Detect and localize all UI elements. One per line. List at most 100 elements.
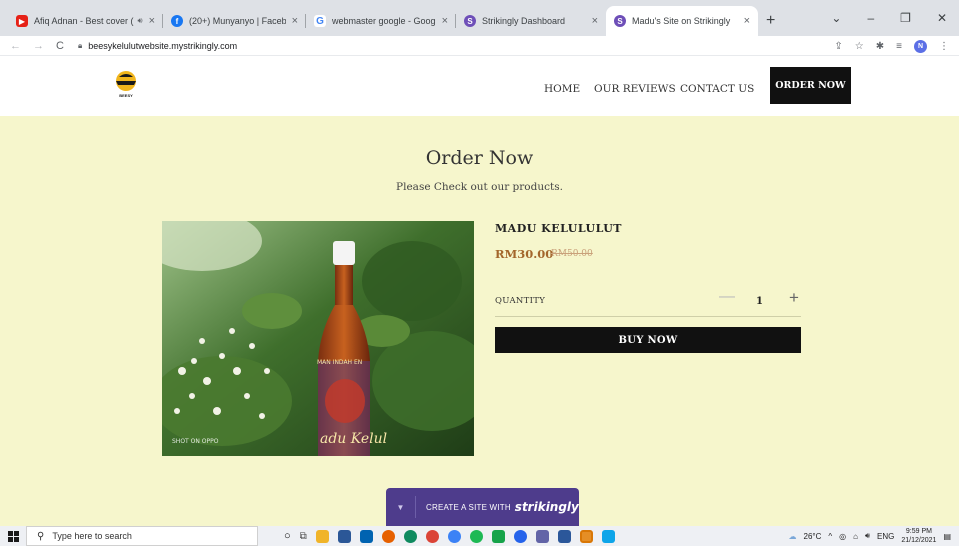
chrome-icon[interactable]: [425, 529, 439, 543]
nav-our-reviews[interactable]: OUR REVIEWS: [594, 83, 676, 95]
new-tab-button[interactable]: +: [766, 6, 775, 36]
tab-strikingly-dashboard[interactable]: S Strikingly Dashboard ×: [456, 6, 606, 36]
teams-icon[interactable]: [535, 529, 549, 543]
quantity-decrease-icon[interactable]: —: [719, 288, 735, 306]
honey-bottle-photo: MAN INDAH EN adu Kelul SHOT ON OPPO: [162, 221, 474, 456]
tab-title: Afiq Adnan - Best cover (par: [34, 16, 134, 26]
product-price: RM30.00: [495, 247, 554, 261]
file-explorer-icon[interactable]: [315, 529, 329, 543]
share-icon[interactable]: ⇪: [834, 41, 842, 52]
firefox-icon[interactable]: [381, 529, 395, 543]
search-placeholder: Type here to search: [52, 531, 132, 541]
browser-tab-strip: ▶ Afiq Adnan - Best cover (par 🔊︎ × f (2…: [0, 0, 959, 36]
quantity-label: QUANTITY: [495, 296, 546, 306]
bottle-label-text: MAN INDAH EN: [317, 359, 362, 366]
extensions-icon[interactable]: ✱: [876, 41, 884, 52]
strikingly-icon: S: [464, 15, 476, 27]
word-icon[interactable]: [557, 529, 571, 543]
forward-icon[interactable]: →: [33, 40, 44, 52]
close-tab-icon[interactable]: ×: [149, 15, 155, 27]
task-view-icon[interactable]: ⧉: [300, 531, 307, 542]
weather-icon[interactable]: ☁: [789, 532, 797, 541]
address-bar: ← → C 🔒︎ beesykelulutwebsite.mystrikingl…: [0, 36, 959, 56]
minimize-icon[interactable]: –: [867, 11, 874, 25]
beesy-logo[interactable]: BEESY: [114, 69, 138, 99]
network-icon[interactable]: ⌂: [853, 532, 858, 541]
strikingly-banner[interactable]: ▼ CREATE A SITE WITH strikingly: [386, 488, 579, 526]
clock-date: 21/12/2021: [901, 537, 937, 544]
tab-search-icon[interactable]: ⌄: [831, 11, 841, 25]
product-photo[interactable]: MAN INDAH EN adu Kelul SHOT ON OPPO: [162, 221, 474, 456]
nav-home[interactable]: HOME: [544, 83, 580, 95]
maximize-icon[interactable]: ❐: [900, 11, 911, 25]
product-name: MADU KELULULUT: [495, 222, 622, 235]
tab-youtube[interactable]: ▶ Afiq Adnan - Best cover (par 🔊︎ ×: [8, 6, 163, 36]
chevron-down-icon[interactable]: ▼: [386, 496, 416, 518]
browser-toolbar: ⇪ ☆ ✱ ≡ N ⋮: [834, 36, 949, 56]
section-subtitle: Please Check out our products.: [396, 181, 563, 193]
reload-icon[interactable]: C: [56, 40, 64, 52]
url-field[interactable]: 🔒︎ beesykelulutwebsite.mystrikingly.com: [78, 41, 237, 51]
profile-avatar[interactable]: N: [914, 39, 927, 53]
url-text: beesykelulutwebsite.mystrikingly.com: [88, 40, 238, 51]
close-tab-icon[interactable]: ×: [744, 15, 750, 27]
photos-icon[interactable]: [601, 529, 615, 543]
chevron-up-icon[interactable]: ^: [828, 532, 832, 541]
photo-watermark: SHOT ON OPPO: [172, 438, 219, 445]
tab-facebook[interactable]: f (20+) Munyanyo | Facebook ×: [163, 6, 306, 36]
language-indicator[interactable]: ENG: [877, 532, 894, 541]
quantity-divider: [495, 316, 801, 317]
volume-icon[interactable]: 🔊︎: [865, 531, 870, 541]
google-icon: G: [314, 15, 326, 27]
product-old-price: RM50.00: [551, 249, 593, 259]
youtube-icon: ▶: [16, 15, 28, 27]
tab-madu-site[interactable]: S Madu's Site on Strikingly ×: [606, 6, 758, 36]
taskbar-search-input[interactable]: ⚲ Type here to search: [26, 526, 258, 546]
window-controls: ⌄ – ❐ ✕: [831, 0, 959, 36]
strikingly-brand: strikingly: [514, 500, 579, 514]
cortana-icon[interactable]: ○: [284, 530, 291, 542]
banner-text: CREATE A SITE WITH: [426, 502, 511, 512]
close-tab-icon[interactable]: ×: [592, 15, 598, 27]
taskbar-clock[interactable]: 9:59 PM 21/12/2021: [901, 527, 936, 545]
tray-app-icon[interactable]: ◎: [839, 532, 846, 541]
nav-contact-us[interactable]: CONTACT US: [680, 83, 754, 95]
back-icon[interactable]: ←: [10, 40, 21, 52]
taskbar-apps: ○ ⧉: [284, 529, 615, 543]
reading-list-icon[interactable]: ≡: [896, 41, 902, 52]
close-tab-icon[interactable]: ×: [442, 15, 448, 27]
edge-icon[interactable]: [403, 529, 417, 543]
quantity-increase-icon[interactable]: +: [786, 288, 802, 308]
facebook-icon: f: [171, 15, 183, 27]
spotify-icon[interactable]: [469, 529, 483, 543]
tab-title: Strikingly Dashboard: [482, 16, 566, 26]
system-tray: ☁ 26°C ^ ◎ ⌂ 🔊︎ ENG 9:59 PM 21/12/2021 ▤: [789, 526, 951, 546]
notifications-icon[interactable]: ▤: [943, 532, 951, 541]
store-icon[interactable]: [337, 529, 351, 543]
windows-taskbar: ⚲ Type here to search ○ ⧉ ☁ 26°C ^ ◎ ⌂ 🔊…: [0, 526, 959, 546]
weather-temp[interactable]: 26°C: [804, 532, 822, 541]
logo-text: BEESY: [119, 93, 133, 98]
menu-kebab-icon[interactable]: ⋮: [939, 41, 949, 52]
section-title: Order Now: [425, 147, 534, 169]
tab-title: Madu's Site on Strikingly: [632, 16, 731, 26]
tab-title: webmaster google - Google Sea: [332, 16, 436, 26]
quantity-value[interactable]: 1: [756, 296, 763, 307]
order-section: Order Now Please Check out our products.: [0, 116, 959, 526]
clock-time: 9:59 PM: [905, 528, 932, 535]
windows-start-icon[interactable]: [0, 530, 26, 542]
close-window-icon[interactable]: ✕: [937, 11, 947, 25]
mail-icon[interactable]: [359, 529, 373, 543]
close-tab-icon[interactable]: ×: [292, 15, 298, 27]
site-header: BEESY HOME OUR REVIEWS CONTACT US ORDER …: [0, 57, 959, 116]
tab-google[interactable]: G webmaster google - Google Sea ×: [306, 6, 456, 36]
app-active-icon[interactable]: [579, 529, 593, 543]
bottle-label-brand: adu Kelul: [320, 431, 387, 447]
order-now-button[interactable]: ORDER NOW: [770, 67, 851, 104]
app-a-icon[interactable]: [491, 529, 505, 543]
app-icon[interactable]: [513, 529, 527, 543]
app-icon[interactable]: [447, 529, 461, 543]
audio-icon[interactable]: 🔊︎: [138, 16, 143, 26]
bookmark-star-icon[interactable]: ☆: [855, 41, 864, 52]
buy-now-button[interactable]: BUY NOW: [495, 327, 801, 353]
